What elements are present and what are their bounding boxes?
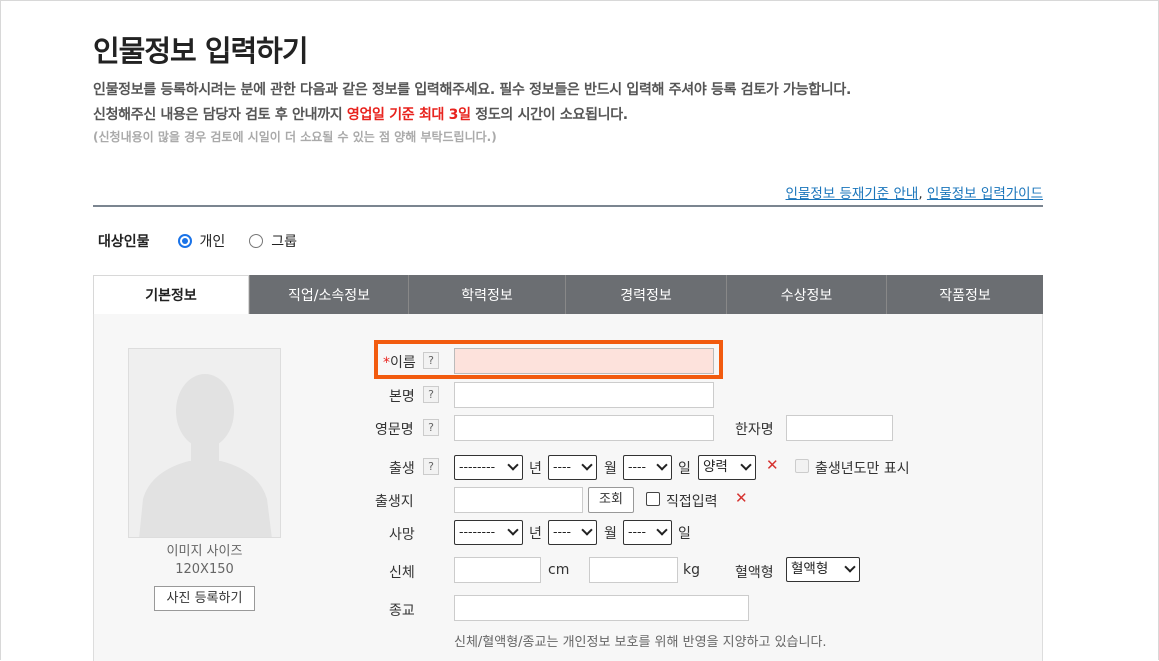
description-text: 신청해주신 내용은 담당자 검토 후 안내까지 — [93, 107, 347, 123]
religion-input[interactable] — [454, 595, 749, 621]
profile-photo-placeholder — [128, 348, 281, 538]
weight-unit: kg — [683, 562, 700, 578]
birth-day-select[interactable]: ---- — [623, 455, 672, 480]
height-unit: cm — [548, 562, 570, 578]
tab-bar: 기본정보 직업/소속정보 학력정보 경력정보 수상정보 작품정보 — [93, 275, 1043, 314]
english-name-label: 영문명 — [375, 422, 414, 438]
religion-label: 종교 — [389, 603, 415, 619]
death-year-select[interactable]: -------- — [454, 520, 523, 545]
image-size-info: 이미지 사이즈 120X150 — [128, 543, 281, 579]
lookup-button[interactable]: 조회 — [588, 487, 634, 513]
birth-year-only-checkbox[interactable] — [795, 459, 809, 473]
birth-year-select[interactable]: -------- — [454, 455, 523, 480]
radio-individual-button[interactable] — [177, 234, 192, 248]
chevron-down-icon — [742, 461, 750, 469]
birth-clear-icon[interactable]: ✕ — [766, 456, 779, 474]
death-year-value: -------- — [459, 524, 496, 539]
death-day-unit: 일 — [678, 526, 691, 542]
birth-year-unit: 년 — [529, 461, 542, 477]
radio-group[interactable]: 그룹 — [249, 231, 297, 251]
blood-type-label: 혈액형 — [735, 565, 774, 581]
death-month-unit: 월 — [604, 526, 617, 542]
guide-separator: , — [918, 186, 927, 202]
tab-career[interactable]: 경력정보 — [565, 275, 726, 314]
divider — [93, 205, 1043, 207]
tab-works[interactable]: 작품정보 — [886, 275, 1043, 314]
death-month-value: ---- — [553, 524, 572, 539]
height-input[interactable] — [454, 557, 541, 583]
target-person-row: 대상인물 개인 그룹 — [98, 231, 321, 251]
death-day-value: ---- — [628, 524, 647, 539]
blood-type-select[interactable]: 혈액형 — [786, 557, 860, 582]
description-line-1: 인물정보를 등록하시려는 분에 관한 다음과 같은 정보를 입력해주세요. 필수… — [93, 82, 851, 98]
chevron-down-icon — [658, 461, 666, 469]
birth-day-value: ---- — [628, 459, 647, 474]
description-text-end: 정도의 시간이 소요됩니다. — [470, 107, 628, 123]
death-month-select[interactable]: ---- — [548, 520, 597, 545]
hanja-name-label: 한자명 — [735, 422, 774, 438]
chevron-down-icon — [846, 563, 854, 571]
tab-job-affiliation[interactable]: 직업/소속정보 — [249, 275, 408, 314]
name-field-highlight — [374, 340, 723, 379]
radio-group-label: 그룹 — [271, 234, 298, 250]
birth-year-only-label: 출생년도만 표시 — [815, 461, 910, 477]
page-title: 인물정보 입력하기 — [93, 34, 309, 68]
direct-input-checkbox[interactable] — [646, 492, 660, 506]
radio-individual[interactable]: 개인 — [177, 231, 226, 251]
calendar-type-select[interactable]: 양력 — [698, 455, 756, 480]
death-label: 사망 — [389, 527, 415, 543]
birth-month-select[interactable]: ---- — [548, 455, 597, 480]
image-size-value: 120X150 — [175, 562, 234, 577]
tab-education[interactable]: 학력정보 — [408, 275, 565, 314]
tab-awards[interactable]: 수상정보 — [726, 275, 886, 314]
death-day-select[interactable]: ---- — [623, 520, 672, 545]
chevron-down-icon — [583, 526, 591, 534]
direct-input-label: 직접입력 — [666, 494, 718, 510]
birth-label: 출생 — [389, 461, 415, 477]
review-period-highlight: 영업일 기준 최대 3일 — [346, 107, 471, 123]
english-name-help-icon[interactable]: ? — [423, 419, 439, 436]
body-label: 신체 — [389, 565, 415, 581]
chevron-down-icon — [509, 526, 517, 534]
birth-help-icon[interactable]: ? — [423, 458, 439, 475]
birthplace-input[interactable] — [454, 487, 583, 513]
target-person-label: 대상인물 — [98, 234, 150, 250]
weight-input[interactable] — [589, 557, 678, 583]
radio-individual-label: 개인 — [199, 234, 226, 250]
chevron-down-icon — [658, 526, 666, 534]
tab-basic-info[interactable]: 기본정보 — [93, 275, 249, 314]
birth-month-unit: 월 — [604, 461, 617, 477]
register-photo-button[interactable]: 사진 등록하기 — [154, 586, 255, 611]
registration-criteria-link[interactable]: 인물정보 등재기준 안내 — [786, 186, 919, 202]
chevron-down-icon — [509, 461, 517, 469]
chevron-down-icon — [583, 461, 591, 469]
description-line-2: 신청해주신 내용은 담당자 검토 후 안내까지 영업일 기준 최대 3일 정도의… — [93, 104, 628, 124]
radio-group-button[interactable] — [249, 234, 264, 248]
birth-year-value: -------- — [459, 459, 496, 474]
calendar-type-value: 양력 — [703, 459, 728, 475]
realname-input[interactable] — [454, 382, 714, 408]
realname-label: 본명 — [389, 389, 415, 405]
english-name-input[interactable] — [454, 415, 714, 441]
privacy-notice: 신체/혈액형/종교는 개인정보 보호를 위해 반영을 지양하고 있습니다. — [454, 635, 827, 650]
death-year-unit: 년 — [529, 526, 542, 542]
blood-type-value: 혈액형 — [791, 561, 829, 577]
image-size-label: 이미지 사이즈 — [166, 544, 243, 559]
realname-help-icon[interactable]: ? — [423, 386, 439, 403]
input-guide-link[interactable]: 인물정보 입력가이드 — [927, 186, 1043, 202]
birth-month-value: ---- — [553, 459, 572, 474]
guide-links: 인물정보 등재기준 안내, 인물정보 입력가이드 — [786, 182, 1043, 202]
person-silhouette-icon — [129, 349, 280, 537]
birthplace-clear-icon[interactable]: ✕ — [735, 489, 748, 507]
birth-day-unit: 일 — [678, 461, 691, 477]
birthplace-label: 출생지 — [375, 494, 414, 510]
description-note: (신청내용이 많을 경우 검토에 시일이 더 소요될 수 있는 점 양해 부탁드… — [93, 130, 497, 144]
hanja-name-input[interactable] — [786, 415, 893, 441]
